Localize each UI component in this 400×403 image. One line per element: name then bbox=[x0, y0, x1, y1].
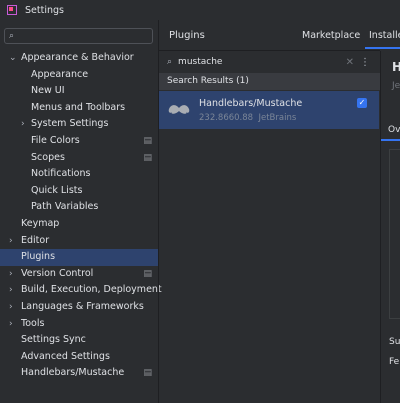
chevron-right-icon[interactable]: › bbox=[21, 116, 25, 133]
sidebar-item-label: Path Variables bbox=[31, 201, 99, 213]
sidebar-item-new-ui[interactable]: New UI bbox=[0, 83, 158, 100]
sidebar-item-label: Notifications bbox=[31, 168, 91, 180]
active-tab-indicator bbox=[381, 139, 400, 141]
plugin-list-item[interactable]: Handlebars/Mustache 232.8660.88 JetBrain… bbox=[159, 91, 379, 129]
chevron-right-icon[interactable]: › bbox=[9, 266, 13, 283]
search-icon: ⌕ bbox=[9, 31, 15, 41]
tab-overview[interactable]: Ov bbox=[388, 125, 400, 135]
settings-search-input[interactable]: ⌕ bbox=[4, 28, 153, 44]
detail-row-label: Fe bbox=[389, 357, 400, 367]
sidebar-item-path-variables[interactable]: Path Variables bbox=[0, 199, 158, 216]
sidebar-item-file-colors[interactable]: File Colors ▤ bbox=[0, 133, 158, 150]
chevron-right-icon[interactable]: › bbox=[9, 282, 13, 299]
sidebar-item-menus-and-toolbars[interactable]: Menus and Toolbars bbox=[0, 100, 158, 117]
sidebar-item-label: Languages & Frameworks bbox=[21, 300, 144, 312]
search-results-header: Search Results (1) bbox=[159, 73, 380, 90]
sidebar-item-advanced-settings[interactable]: Advanced Settings bbox=[0, 349, 158, 366]
sidebar-item-label: Advanced Settings bbox=[21, 350, 110, 362]
sidebar-item-label: Settings Sync bbox=[21, 334, 86, 346]
plugin-detail-panel: H Je Ov Su Fe bbox=[381, 51, 400, 403]
sidebar-item-editor[interactable]: › Editor bbox=[0, 233, 158, 250]
chevron-right-icon[interactable]: › bbox=[9, 299, 13, 316]
search-icon: ⌕ bbox=[167, 57, 173, 67]
search-results-label: Search Results (1) bbox=[167, 76, 249, 86]
app-logo-icon bbox=[7, 5, 17, 15]
sidebar-item-label: Appearance bbox=[31, 68, 89, 80]
sidebar-item-label: Version Control bbox=[21, 267, 94, 279]
sidebar-item-scopes[interactable]: Scopes ▤ bbox=[0, 150, 158, 167]
project-level-icon: ▤ bbox=[143, 135, 152, 146]
project-level-icon: ▤ bbox=[143, 152, 152, 163]
sidebar-item-settings-sync[interactable]: Settings Sync bbox=[0, 332, 158, 349]
sidebar-item-notifications[interactable]: Notifications bbox=[0, 166, 158, 183]
plugin-meta: 232.8660.88 JetBrains bbox=[199, 113, 296, 123]
plugin-search-value[interactable]: mustache bbox=[178, 57, 222, 67]
sidebar-item-label: New UI bbox=[31, 85, 65, 97]
sidebar-item-label: Keymap bbox=[21, 217, 60, 229]
chevron-down-icon[interactable]: ⌄ bbox=[9, 50, 17, 67]
sidebar-item-keymap[interactable]: Keymap bbox=[0, 216, 158, 233]
window-title: Settings bbox=[25, 4, 64, 16]
sidebar-item-version-control[interactable]: › Version Control ▤ bbox=[0, 266, 158, 283]
title-bar: Settings bbox=[0, 0, 400, 20]
chevron-right-icon[interactable]: › bbox=[9, 233, 13, 250]
sidebar-item-languages-frameworks[interactable]: › Languages & Frameworks bbox=[0, 299, 158, 316]
plugin-search-input[interactable]: ⌕ mustache ✕ ⋮ bbox=[159, 51, 380, 73]
project-level-icon: ▤ bbox=[143, 368, 152, 379]
sidebar-item-label: Plugins bbox=[21, 251, 56, 263]
more-options-icon[interactable]: ⋮ bbox=[360, 57, 370, 68]
sidebar-item-appearance[interactable]: Appearance bbox=[0, 67, 158, 84]
sidebar-item-label: Tools bbox=[21, 317, 45, 329]
settings-sidebar: ⌕ ⌄ Appearance & Behavior Appearance New UI… bbox=[0, 20, 162, 403]
detail-row-label: Su bbox=[389, 337, 400, 347]
sidebar-item-quick-lists[interactable]: Quick Lists bbox=[0, 183, 158, 200]
sidebar-item-label: Build, Execution, Deployment bbox=[21, 284, 162, 296]
sidebar-item-label: Editor bbox=[21, 234, 50, 246]
sidebar-item-label: System Settings bbox=[31, 118, 109, 130]
sidebar-item-handlebars-mustache[interactable]: Handlebars/Mustache ▤ bbox=[0, 365, 158, 382]
detail-content-box bbox=[389, 149, 400, 319]
mustache-icon bbox=[168, 105, 190, 114]
settings-tree: ⌄ Appearance & Behavior Appearance New UI Me… bbox=[0, 50, 162, 382]
chevron-right-icon[interactable]: › bbox=[9, 316, 13, 333]
sidebar-item-label: File Colors bbox=[31, 134, 80, 146]
sidebar-item-build-execution-deployment[interactable]: › Build, Execution, Deployment bbox=[0, 282, 162, 299]
tab-installed[interactable]: Installed bbox=[369, 30, 400, 41]
project-level-icon: ▤ bbox=[143, 268, 152, 279]
detail-subtitle: Je bbox=[392, 81, 400, 91]
plugin-name: Handlebars/Mustache bbox=[199, 98, 303, 109]
tab-marketplace[interactable]: Marketplace bbox=[302, 30, 360, 41]
sidebar-item-label: Handlebars/Mustache bbox=[21, 367, 125, 379]
sidebar-item-label: Quick Lists bbox=[31, 184, 83, 196]
plugin-enabled-checkbox[interactable]: ✓ bbox=[357, 98, 367, 108]
sidebar-item-appearance-behavior[interactable]: ⌄ Appearance & Behavior bbox=[0, 50, 158, 67]
sidebar-item-system-settings[interactable]: › System Settings bbox=[0, 116, 158, 133]
sidebar-item-label: Appearance & Behavior bbox=[21, 52, 134, 63]
page-title: Plugins bbox=[169, 30, 205, 41]
clear-search-icon[interactable]: ✕ bbox=[346, 57, 354, 68]
plugins-header: Plugins Marketplace Installed bbox=[159, 20, 400, 50]
active-tab-indicator bbox=[365, 47, 400, 49]
plugin-vendor: JetBrains bbox=[258, 113, 297, 123]
sidebar-item-label: Menus and Toolbars bbox=[31, 101, 126, 113]
sidebar-item-plugins[interactable]: Plugins bbox=[0, 249, 158, 266]
detail-heading: H bbox=[392, 60, 400, 74]
sidebar-item-tools[interactable]: › Tools bbox=[0, 316, 158, 333]
plugin-version: 232.8660.88 bbox=[199, 113, 254, 123]
sidebar-item-label: Scopes bbox=[31, 151, 65, 163]
